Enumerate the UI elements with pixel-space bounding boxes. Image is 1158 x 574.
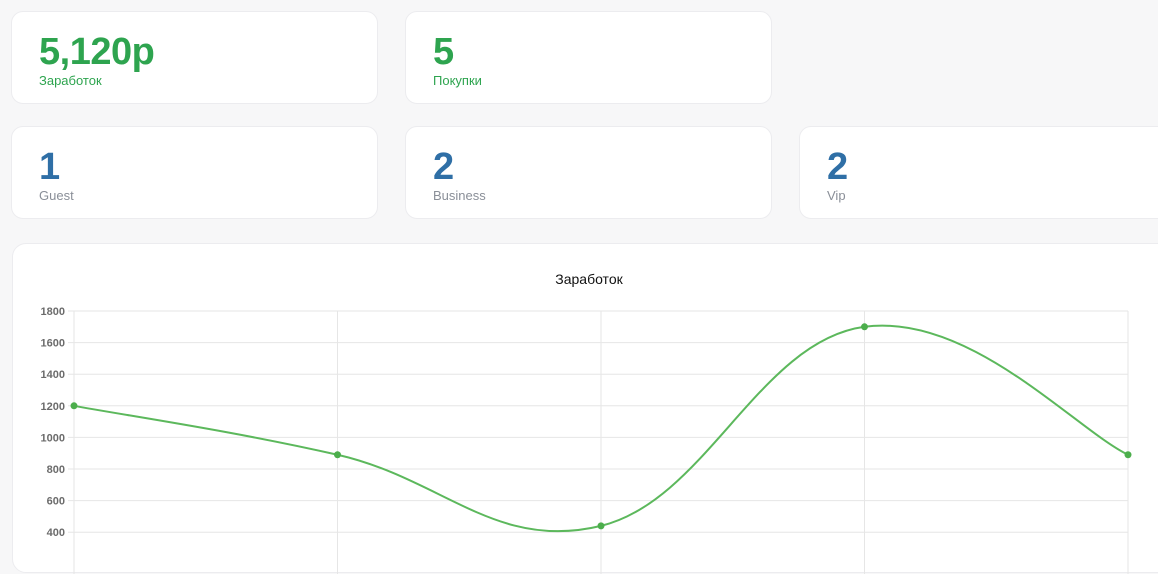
data-point[interactable] (861, 323, 868, 331)
earnings-line-chart: Заработок 400 600 800 1000 1200 1400 1600 1800 (41, 271, 1132, 574)
stat-card-business: 2 Business (405, 126, 772, 219)
stat-card-vip: 2 Vip (799, 126, 1158, 219)
y-tick-label: 1000 (41, 432, 65, 444)
data-point[interactable] (70, 402, 78, 410)
y-tick-label: 600 (47, 496, 65, 508)
y-axis-ticks: 400 600 800 1000 1200 1400 1600 1800 (41, 306, 65, 539)
guest-label: Guest (39, 188, 74, 203)
earnings-chart-card: Заработок 400 600 800 1000 1200 1400 1600 1800 (12, 243, 1158, 574)
chart-grid (68, 310, 1129, 574)
earnings-label: Заработок (39, 73, 102, 88)
vip-label: Vip (827, 188, 846, 203)
y-tick-label: 1600 (41, 338, 65, 350)
purchases-value: 5 (433, 31, 454, 73)
y-tick-label: 1800 (41, 306, 65, 318)
earnings-value: 5,120р (39, 31, 155, 73)
stat-card-purchases: 5 Покупки (405, 11, 772, 104)
data-point[interactable] (334, 451, 341, 459)
vip-value: 2 (827, 146, 848, 188)
purchases-label: Покупки (433, 73, 482, 88)
y-tick-label: 400 (47, 527, 65, 539)
chart-title: Заработок (555, 271, 623, 287)
y-tick-label: 1200 (41, 401, 65, 413)
business-label: Business (433, 188, 486, 203)
stat-card-guest: 1 Guest (11, 126, 378, 219)
business-value: 2 (433, 146, 454, 188)
guest-value: 1 (39, 146, 60, 188)
y-tick-label: 800 (47, 464, 65, 476)
y-tick-label: 1400 (41, 369, 65, 381)
stat-card-earnings: 5,120р Заработок (11, 11, 378, 104)
data-point[interactable] (1124, 451, 1132, 459)
data-point[interactable] (597, 522, 605, 530)
